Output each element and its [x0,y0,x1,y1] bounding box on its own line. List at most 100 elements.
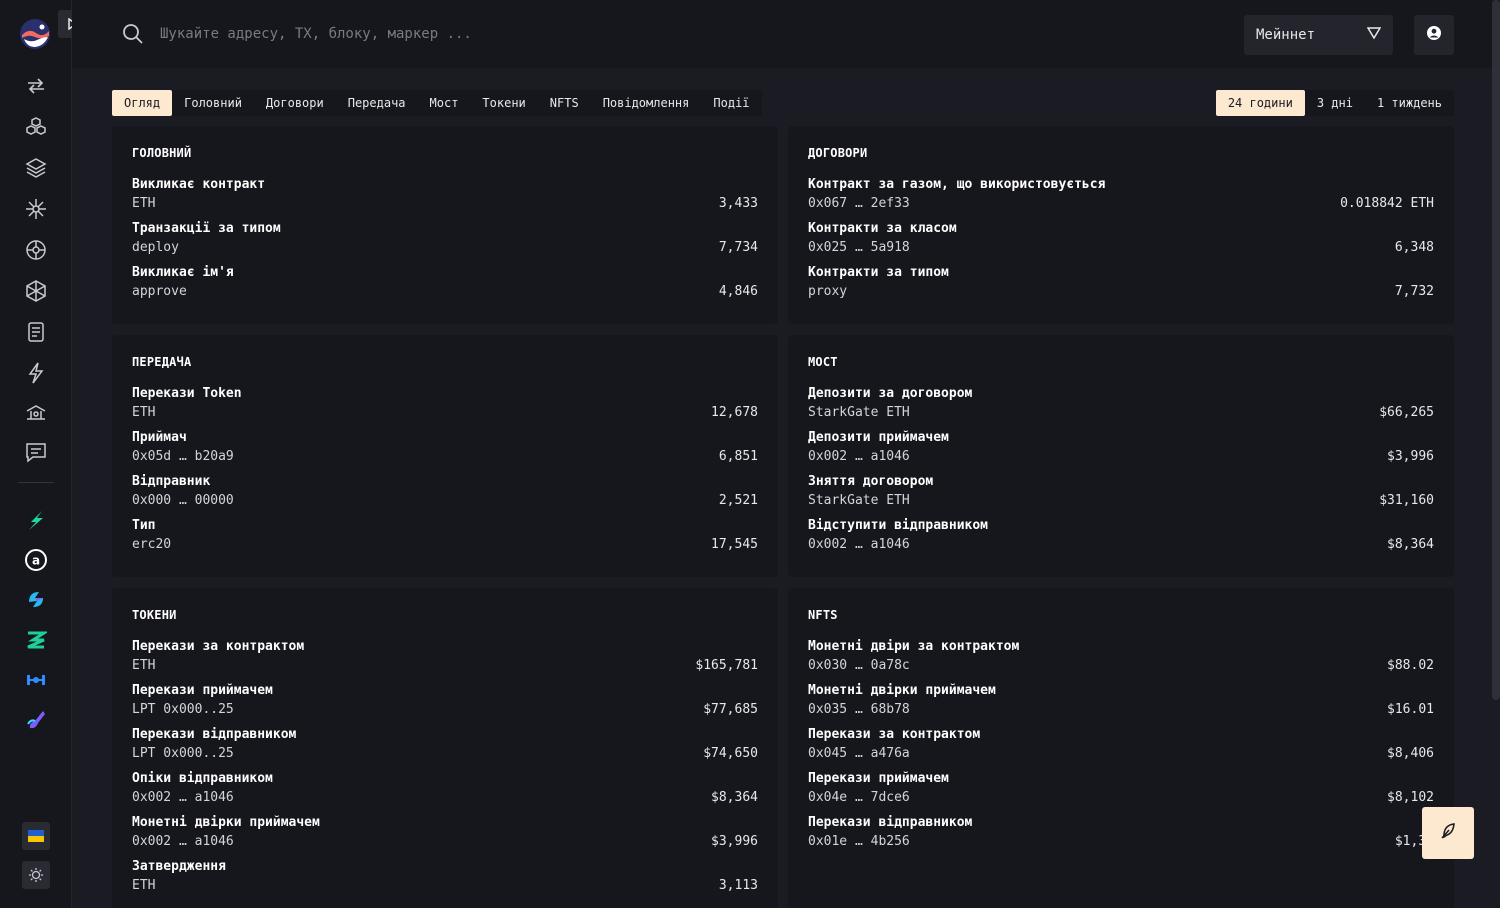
stat-row[interactable]: Монетні двіри за контрактом 0x030 … 0a78c… [808,638,1434,682]
stat-subject[interactable]: 0x04e … 7dce6 [808,788,1434,808]
stat-subject[interactable]: 0x002 … a1046 [132,832,758,852]
layerswap-icon[interactable] [24,587,48,611]
stat-label: Відправник [132,474,211,489]
stat-label: Контракт за газом, що використовується [808,177,1106,192]
stat-row[interactable]: Перекази приймачем 0x04e … 7dce6 $8,102 [808,770,1434,814]
stat-subject[interactable]: 0x025 … 5a918 [808,238,1434,258]
stat-subject[interactable]: 0x002 … a1046 [132,788,758,808]
stat-label: Викликає контракт [132,177,266,192]
stat-subject[interactable]: StarkGate ETH [808,491,1434,511]
stat-label: Контракти за класом [808,221,957,236]
card-tokens: ТОКЕНИ Перекази за контрактом ETH $165,781… [112,588,778,908]
theme-toggle-button[interactable] [22,861,50,889]
stat-value: $88.02 [1387,658,1434,673]
page-scrollbar[interactable] [1492,0,1500,700]
stat-subject[interactable]: 0x01e … 4b256 [808,832,1434,852]
stat-subject[interactable]: 0x002 … a1046 [808,447,1434,467]
blocks-icon[interactable] [24,115,48,139]
stat-row[interactable]: Викликає ім'я approve 4,846 [132,264,758,308]
stat-row[interactable]: Відправник 0x000 … 00000 2,521 [132,473,758,517]
stat-row[interactable]: Тип erc20 17,545 [132,517,758,561]
stat-subject[interactable]: deploy [132,238,758,258]
stat-row[interactable]: Перекази за контрактом 0x045 … a476a $8,40… [808,726,1434,770]
starkgate-icon[interactable] [24,508,48,532]
stat-subject[interactable]: ETH [132,876,758,896]
stat-row[interactable]: Викликає контракт ETH 3,433 [132,176,758,220]
language-flag-button[interactable] [22,822,50,850]
tab-events[interactable]: Події [701,90,761,116]
card-title: NFTS [808,608,838,622]
bridge-icon[interactable] [24,401,48,425]
stat-row[interactable]: Перекази Token ETH 12,678 [132,385,758,429]
orbiter-icon[interactable] [24,668,48,692]
stat-value: $8,102 [1387,790,1434,805]
stat-subject[interactable]: proxy [808,282,1434,302]
stat-label: Приймач [132,430,187,445]
message-icon[interactable] [24,440,48,464]
transactions-icon[interactable] [24,74,48,98]
stat-label: Відступити відправником [808,518,989,533]
stat-subject[interactable]: ETH [132,194,758,214]
stat-row[interactable]: Опіки відправником 0x002 … a1046 $8,364 [132,770,758,814]
stat-value: $66,265 [1379,405,1434,420]
section-tabs: Огляд Головний Договори Передача Мост То… [112,90,762,116]
contracts-icon[interactable] [24,238,48,262]
app-logo-icon[interactable] [19,18,51,50]
stat-row[interactable]: Зняття договором StarkGate ETH $31,160 [808,473,1434,517]
stat-subject[interactable]: 0x000 … 00000 [132,491,758,511]
stat-row[interactable]: Депозити приймачем 0x002 … a1046 $3,996 [808,429,1434,473]
stat-row[interactable]: Перекази відправником LPT 0x000..25 $74,65… [132,726,758,770]
stat-row[interactable]: Перекази за контрактом ETH $165,781 [132,638,758,682]
tab-nfts[interactable]: NFTS [538,90,591,116]
period-1w[interactable]: 1 тиждень [1365,90,1454,116]
period-24h[interactable]: 24 години [1215,90,1305,116]
stat-value: $8,364 [1387,537,1434,552]
zksync-icon[interactable] [24,628,48,652]
feedback-button[interactable] [1422,807,1474,859]
stat-row[interactable]: Відступити відправником 0x002 … a1046 $8,3… [808,517,1434,561]
stat-row[interactable]: Приймач 0x05d … b20a9 6,851 [132,429,758,473]
card-bridge: МОСТ Депозити за договором StarkGate ETH $… [788,335,1454,577]
search-input[interactable] [160,20,860,48]
stat-label: Перекази відправником [808,815,973,830]
lightning-icon[interactable] [24,361,48,385]
stat-row[interactable]: Затвердження ETH 3,113 [132,858,758,902]
stat-subject[interactable]: LPT 0x000..25 [132,744,758,764]
stat-subject[interactable]: 0x002 … a1046 [808,535,1434,555]
stat-row[interactable]: Монетні двірки приймачем 0x035 … 68b78 $16… [808,682,1434,726]
stat-subject[interactable]: ETH [132,656,758,676]
stat-subject[interactable]: 0x05d … b20a9 [132,447,758,467]
tab-messages[interactable]: Повідомлення [591,90,702,116]
tab-tokens[interactable]: Токени [470,90,537,116]
network-select[interactable]: Мейннет [1244,15,1393,55]
stat-row[interactable]: Перекази приймачем LPT 0x000..25 $77,685 [132,682,758,726]
stat-subject[interactable]: LPT 0x000..25 [132,700,758,720]
stat-row[interactable]: Транзакції за типом deploy 7,734 [132,220,758,264]
sparkle-icon[interactable] [24,197,48,221]
stat-subject[interactable]: StarkGate ETH [808,403,1434,423]
stat-subject[interactable]: 0x030 … 0a78c [808,656,1434,676]
tab-contracts[interactable]: Договори [254,90,336,116]
stat-subject[interactable]: 0x045 … a476a [808,744,1434,764]
account-button[interactable] [1414,15,1454,55]
batches-icon[interactable] [24,156,48,180]
stat-subject[interactable]: erc20 [132,535,758,555]
tab-overview[interactable]: Огляд [112,90,173,116]
stat-row[interactable]: Контракт за газом, що використовується 0x… [808,176,1434,220]
stat-subject[interactable]: 0x035 … 68b78 [808,700,1434,720]
stat-row[interactable]: Монетні двірки приймачем 0x002 … a1046 $3,… [132,814,758,858]
argent-icon[interactable]: a [24,548,48,572]
document-icon[interactable] [24,320,48,344]
tab-bridge[interactable]: Мост [418,90,471,116]
stat-row[interactable]: Депозити за договором StarkGate ETH $66,26… [808,385,1434,429]
jediswap-icon[interactable] [24,708,48,732]
tab-main[interactable]: Головний [172,90,254,116]
stat-subject[interactable]: ETH [132,403,758,423]
network-icon[interactable] [24,279,48,303]
stat-subject[interactable]: approve [132,282,758,302]
tab-transfer[interactable]: Передача [336,90,418,116]
stat-row[interactable]: Перекази відправником 0x01e … 4b256 $1,35 [808,814,1434,858]
period-3d[interactable]: 3 дні [1305,90,1365,116]
stat-row[interactable]: Контракти за класом 0x025 … 5a918 6,348 [808,220,1434,264]
stat-row[interactable]: Контракти за типом proxy 7,732 [808,264,1434,308]
